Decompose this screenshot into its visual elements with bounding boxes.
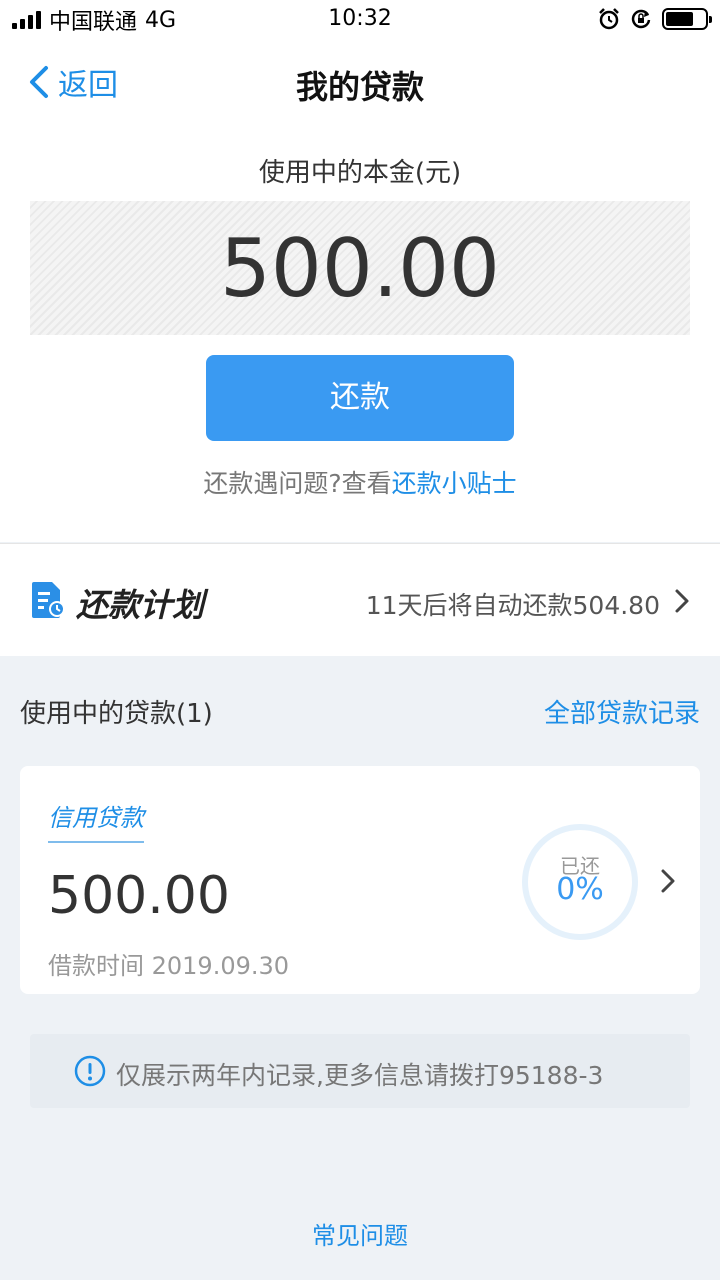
rotation-lock-icon bbox=[631, 9, 651, 29]
principal-label: 使用中的本金(元) bbox=[258, 158, 462, 188]
status-bar: 中国联通 4G 10:32 bbox=[0, 0, 720, 40]
battery-icon bbox=[662, 8, 712, 30]
page-title: 我的贷款 bbox=[295, 68, 424, 106]
loan-amount: 500.00 bbox=[48, 866, 230, 926]
repayment-plan-row[interactable]: 还款计划 11天后将自动还款504.80 bbox=[0, 543, 720, 656]
notice-bar: 仅展示两年内记录,更多信息请拨打95188-3 bbox=[30, 1034, 690, 1108]
status-right bbox=[598, 8, 712, 30]
principal-section: 使用中的本金(元) 500.00 还款 还款遇问题?查看还款小贴士 bbox=[0, 124, 720, 542]
loan-date: 借款时间 2019.09.30 bbox=[48, 952, 290, 980]
faq-link[interactable]: 常见问题 bbox=[0, 1216, 720, 1251]
info-icon bbox=[74, 1055, 106, 1087]
active-loans-title: 使用中的贷款(1) bbox=[20, 699, 213, 729]
notice-text: 仅展示两年内记录,更多信息请拨打95188-3 bbox=[116, 1061, 604, 1090]
help-line: 还款遇问题?查看还款小贴士 bbox=[0, 464, 720, 500]
repaid-percent: 0% bbox=[556, 872, 604, 907]
repay-button[interactable]: 还款 bbox=[206, 355, 514, 441]
principal-amount: 500.00 bbox=[220, 222, 500, 315]
help-prefix: 还款遇问题?查看 bbox=[203, 469, 392, 498]
chevron-right-icon bbox=[675, 589, 689, 613]
loan-type: 信用贷款 bbox=[48, 798, 144, 843]
plan-info: 11天后将自动还款504.80 bbox=[365, 591, 660, 620]
loan-card[interactable]: 信用贷款 500.00 借款时间 2019.09.30 已还 0% bbox=[20, 766, 700, 994]
plan-title: 还款计划 bbox=[76, 586, 205, 624]
repay-tips-link[interactable]: 还款小贴士 bbox=[392, 469, 517, 498]
document-icon bbox=[32, 582, 65, 618]
chevron-right-icon bbox=[661, 869, 675, 893]
alarm-icon bbox=[599, 8, 619, 30]
nav-bar: 返回 我的贷款 bbox=[0, 40, 720, 124]
all-loan-records-link[interactable]: 全部贷款记录 bbox=[544, 693, 700, 730]
